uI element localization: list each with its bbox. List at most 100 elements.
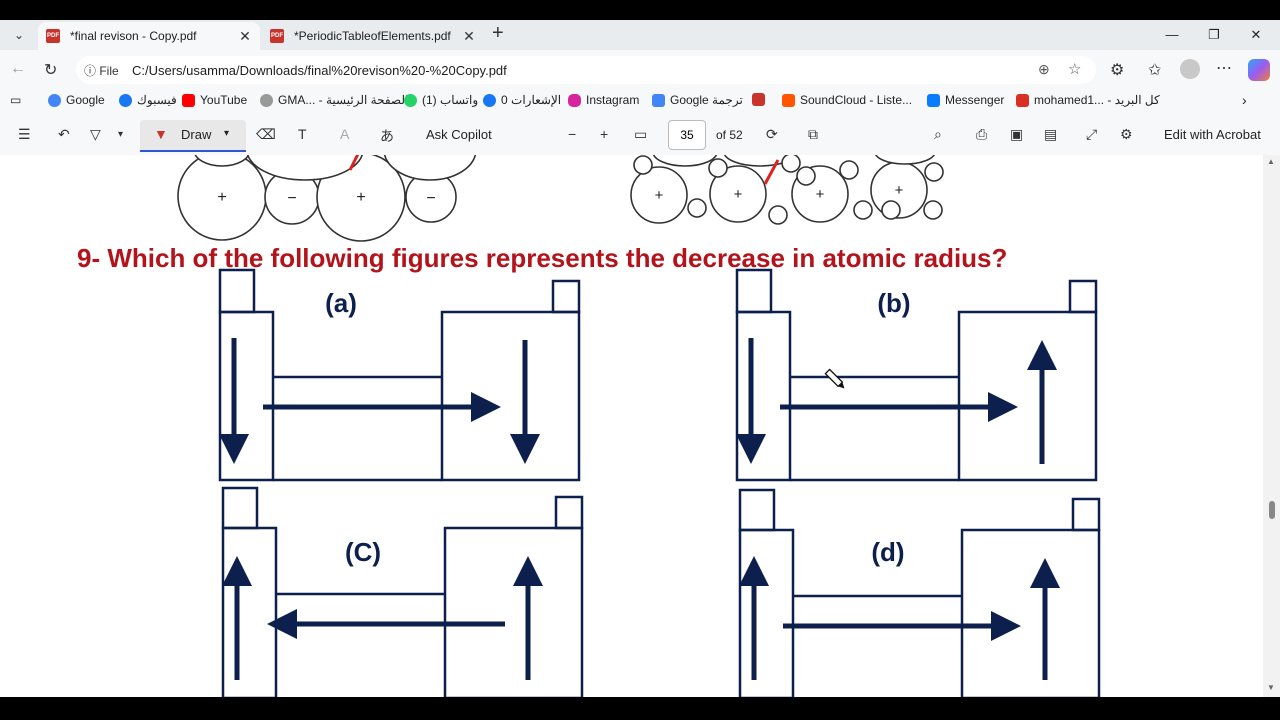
fullscreen-icon[interactable]: ⤢: [1086, 126, 1097, 143]
option-b-label: (b): [877, 288, 910, 318]
contents-icon[interactable]: ☰: [18, 126, 31, 143]
page-figures: + − + − + + + + (a) (b) (C) (d): [177, 155, 1101, 697]
option-c-label: (C): [345, 537, 381, 567]
fav-notifications[interactable]: 0 الإشعارات: [483, 93, 561, 107]
option-d-label: (d): [871, 537, 904, 567]
mail-icon: [1016, 93, 1029, 107]
back-icon[interactable]: ←: [10, 60, 26, 78]
close-icon[interactable]: ✕: [236, 28, 254, 45]
extensions-icon[interactable]: ⚙: [1110, 60, 1124, 80]
fav-facebook[interactable]: فيسبوك: [119, 93, 177, 107]
fav-soundcloud[interactable]: SoundCloud - Liste...: [782, 93, 912, 107]
fav-mail[interactable]: mohamed1... - كل البريد: [1016, 93, 1160, 107]
fav-label: GMA... - الصفحة الرئيسية: [278, 93, 409, 107]
minimize-button[interactable]: —: [1152, 20, 1192, 50]
screen-top-bar: [0, 0, 1280, 20]
translate-icon[interactable]: あ: [380, 126, 394, 146]
close-icon[interactable]: ✕: [460, 28, 478, 45]
question-title: 9- Which of the following figures repres…: [77, 243, 1008, 273]
fav-google[interactable]: Google: [48, 93, 105, 107]
fav-label: mohamed1... - كل البريد: [1034, 93, 1160, 107]
search-icon[interactable]: ⌕: [934, 126, 942, 143]
zoom-in-icon[interactable]: +: [600, 126, 608, 142]
fit-page-icon[interactable]: ▭: [634, 126, 647, 143]
fav-label: Instagram: [586, 93, 640, 107]
favorite-star-icon[interactable]: ☆: [1068, 60, 1081, 78]
tab-actions-chevron-icon[interactable]: ⌄: [8, 24, 30, 46]
tab-periodic-table[interactable]: PDF *PeriodicTableofElements.pdf ✕: [262, 22, 484, 50]
pdf-toolbar: ☰ ↶ ▽ ▾ ▼ Draw ▾ ⌫ T A あ Ask Copilot − +…: [0, 114, 1280, 156]
zoom-out-icon[interactable]: −: [568, 126, 576, 142]
eraser-icon[interactable]: ⌫: [256, 126, 276, 143]
page-total-label: of 52: [716, 128, 743, 142]
chevron-right-icon[interactable]: ›: [1242, 92, 1247, 108]
vertical-scrollbar[interactable]: ▲ ▼: [1263, 155, 1280, 697]
chevron-down-icon[interactable]: ▾: [118, 129, 123, 140]
fav-label: فيسبوك: [137, 93, 177, 107]
fav-translate[interactable]: Google ترجمة: [652, 93, 743, 107]
scroll-up-icon[interactable]: ▲: [1267, 157, 1275, 166]
copilot-icon[interactable]: [1248, 59, 1270, 81]
restore-button[interactable]: ❐: [1194, 20, 1234, 50]
figure-d: [738, 488, 1101, 697]
fav-pdf[interactable]: [752, 93, 770, 106]
read-aloud-icon[interactable]: A: [340, 126, 349, 142]
save-icon[interactable]: ▣: [1010, 126, 1023, 143]
plus-sign: +: [356, 189, 365, 206]
figure-b: [735, 268, 1098, 482]
ask-copilot-button[interactable]: Ask Copilot: [426, 127, 492, 142]
more-menu-icon[interactable]: ⋯: [1216, 58, 1232, 78]
plus-sign: +: [217, 189, 226, 206]
info-icon: ⓘ File: [84, 64, 119, 78]
plus-sign: +: [816, 186, 825, 203]
page-view-icon[interactable]: ⧉: [808, 126, 818, 143]
fav-gma[interactable]: GMA... - الصفحة الرئيسية: [260, 93, 408, 107]
fav-label: Google ترجمة: [670, 93, 743, 107]
pdf-page: + − + − + + + + (a) (b) (C) (d) 9- Which…: [0, 155, 1263, 697]
edit-with-acrobat-button[interactable]: Edit with Acrobat: [1164, 127, 1261, 142]
chevron-down-icon: ▾: [224, 128, 230, 139]
scrollbar-thumb[interactable]: [1269, 501, 1275, 519]
plus-sign: +: [655, 187, 664, 204]
close-window-button[interactable]: ✕: [1236, 20, 1276, 50]
favorites-icon[interactable]: ✩: [1148, 60, 1161, 80]
pencil-cursor-icon: [824, 368, 845, 389]
fav-label: YouTube: [200, 93, 248, 107]
fav-instagram[interactable]: Instagram: [568, 93, 639, 107]
scroll-down-icon[interactable]: ▼: [1267, 683, 1275, 692]
figure-a: [218, 268, 581, 482]
save-as-icon[interactable]: ▤: [1044, 126, 1057, 143]
minus-sign: −: [426, 190, 435, 207]
refresh-icon[interactable]: ↻: [44, 60, 57, 80]
settings-icon[interactable]: ⚙: [1120, 126, 1133, 143]
text-box-icon[interactable]: T: [298, 126, 307, 142]
fav-youtube[interactable]: YouTube: [182, 93, 247, 107]
profile-avatar[interactable]: [1180, 59, 1200, 79]
print-icon[interactable]: ⎙: [976, 126, 987, 143]
instagram-icon: [568, 93, 581, 107]
undo-icon[interactable]: ↶: [58, 126, 70, 143]
url-text[interactable]: C:/Users/usamma/Downloads/final%20reviso…: [132, 63, 507, 78]
page-number-input[interactable]: 35: [668, 120, 706, 150]
messenger-icon: [927, 93, 940, 107]
zoom-icon[interactable]: ⊕: [1038, 61, 1050, 78]
plus-sign: +: [734, 186, 743, 203]
pdf-icon: PDF: [46, 29, 60, 43]
pdf-icon: PDF: [270, 29, 284, 43]
plus-sign: +: [895, 182, 904, 199]
tab-final-revison[interactable]: PDF *final revison - Copy.pdf ✕: [38, 22, 260, 50]
whatsapp-icon: [404, 93, 417, 107]
highlight-icon[interactable]: ▽: [90, 126, 101, 143]
facebook-icon: [483, 93, 496, 107]
translate-icon: [652, 93, 665, 107]
rotate-icon[interactable]: ⟳: [766, 126, 778, 143]
new-tab-icon[interactable]: +: [492, 22, 504, 45]
draw-button[interactable]: ▼ Draw ▾: [140, 120, 246, 152]
fav-whatsapp[interactable]: (1) واتساب: [404, 93, 478, 107]
tab-strip: ⌄ PDF *final revison - Copy.pdf ✕ PDF *P…: [0, 20, 1280, 50]
google-icon: [48, 93, 61, 107]
address-bar[interactable]: ⓘ File C:/Users/usamma/Downloads/final%2…: [76, 56, 1096, 84]
figure-c: [221, 486, 584, 697]
fav-messenger[interactable]: Messenger: [927, 93, 1004, 107]
favorites-folder-icon[interactable]: ▭: [10, 93, 21, 107]
